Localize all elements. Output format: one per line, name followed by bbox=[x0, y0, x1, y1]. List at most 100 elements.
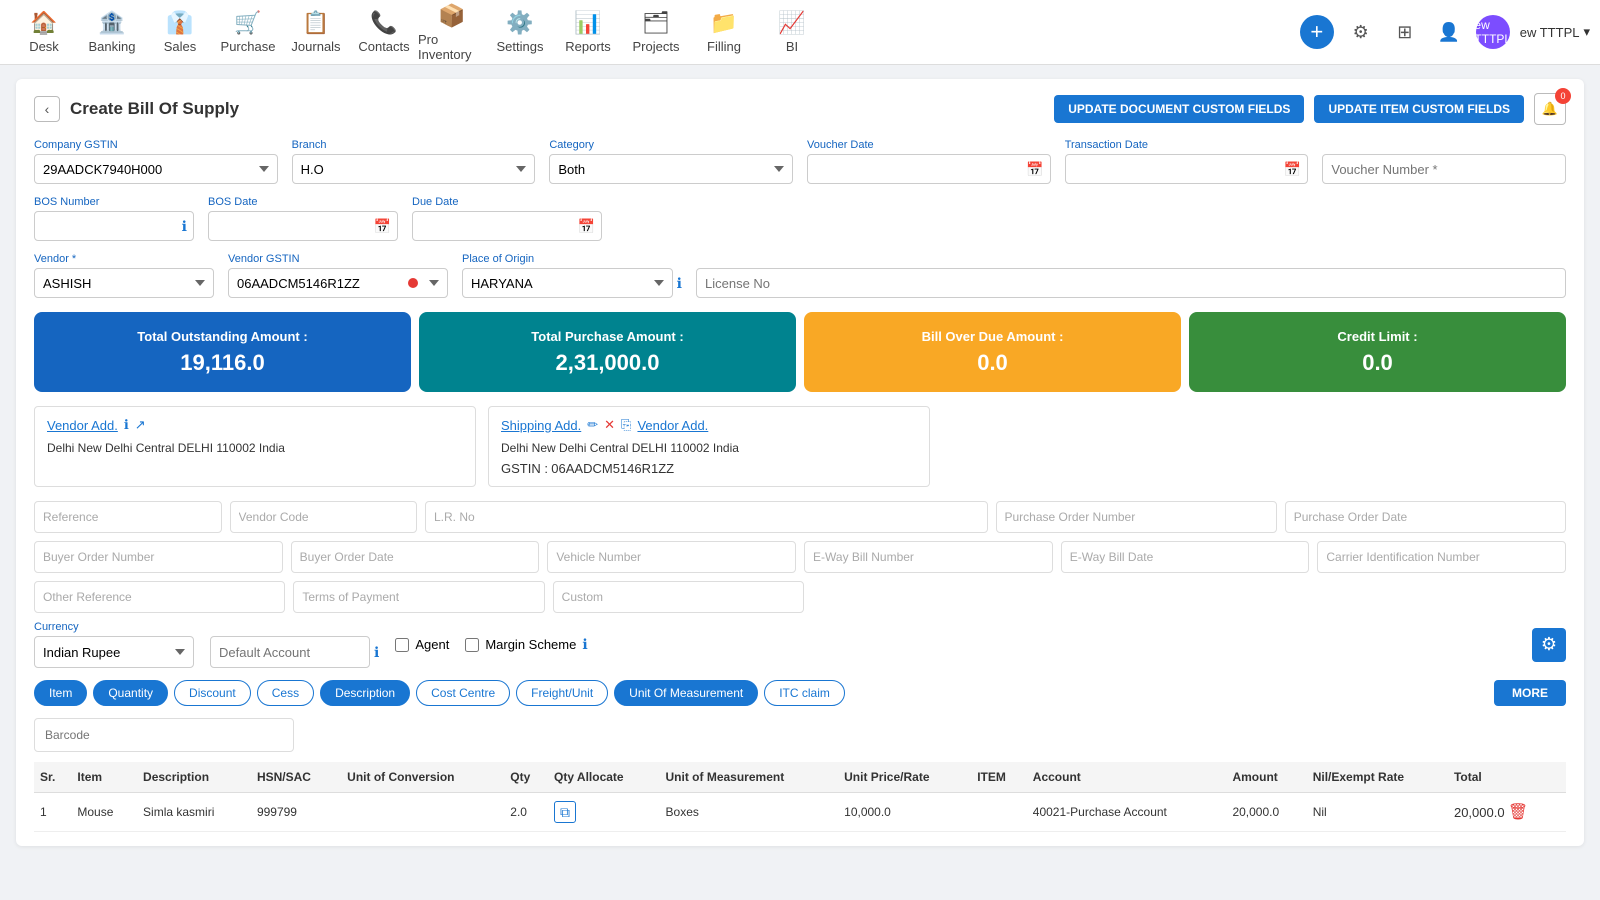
tab-freight-unit[interactable]: Freight/Unit bbox=[516, 680, 608, 706]
margin-scheme-info-icon[interactable]: ℹ bbox=[582, 636, 587, 653]
company-gstin-select[interactable]: 29AADCK7940H000 bbox=[34, 154, 278, 184]
vendor-add-link[interactable]: Vendor Add. bbox=[47, 418, 118, 433]
bos-date-input[interactable]: 22/04/2022 bbox=[208, 211, 398, 241]
voucher-number-input[interactable] bbox=[1322, 154, 1566, 184]
update-doc-custom-btn[interactable]: UPDATE DOCUMENT CUSTOM FIELDS bbox=[1054, 95, 1304, 123]
nav-item-filling[interactable]: 📁Filling bbox=[690, 0, 758, 65]
voucher-number-group bbox=[1322, 139, 1566, 184]
notification-icon: 🔔 bbox=[1542, 101, 1558, 117]
currency-select[interactable]: Indian Rupee bbox=[34, 636, 194, 668]
bos-number-input[interactable]: BOS/9386 bbox=[34, 211, 194, 241]
summary-card-value-total-outstanding: 19,116.0 bbox=[180, 350, 264, 376]
branch-select[interactable]: H.O bbox=[292, 154, 536, 184]
col-item: Item bbox=[71, 762, 137, 793]
summary-cards: Total Outstanding Amount :19,116.0Total … bbox=[34, 312, 1566, 392]
license-no-input[interactable] bbox=[696, 268, 1566, 298]
buyer-order-date-input[interactable] bbox=[291, 541, 540, 573]
barcode-input[interactable] bbox=[34, 718, 294, 752]
bos-date-group: BOS Date 22/04/2022 📅 bbox=[208, 196, 398, 241]
default-account-input[interactable] bbox=[210, 636, 370, 668]
agent-checkbox[interactable] bbox=[395, 638, 409, 652]
info-icon[interactable]: ℹ bbox=[182, 218, 187, 235]
nav-item-purchase[interactable]: 🛒Purchase bbox=[214, 0, 282, 65]
eway-bill-number-field bbox=[804, 541, 1053, 573]
shipping-edit-icon[interactable]: ✏ bbox=[587, 417, 598, 433]
transaction-date-input[interactable]: 25/04/2022 bbox=[1065, 154, 1309, 184]
margin-scheme-checkbox[interactable] bbox=[465, 638, 479, 652]
bi-icon: 📈 bbox=[778, 10, 805, 36]
po-date-input[interactable] bbox=[1285, 501, 1566, 533]
line-settings-button[interactable]: ⚙ bbox=[1532, 628, 1566, 662]
col-unit-of-measurement: Unit of Measurement bbox=[660, 762, 839, 793]
tab-uom[interactable]: Unit Of Measurement bbox=[614, 680, 758, 706]
tab-quantity[interactable]: Quantity bbox=[93, 680, 168, 706]
avatar[interactable]: ew TTTPL bbox=[1476, 15, 1510, 49]
tab-cost-centre[interactable]: Cost Centre bbox=[416, 680, 510, 706]
notification-button[interactable]: 🔔 0 bbox=[1534, 93, 1566, 125]
tab-item[interactable]: Item bbox=[34, 680, 87, 706]
po-number-input[interactable] bbox=[996, 501, 1277, 533]
due-date-input[interactable]: 05/05/2022 bbox=[412, 211, 602, 241]
tab-cess[interactable]: Cess bbox=[257, 680, 314, 706]
place-of-origin-select[interactable]: HARYANA bbox=[462, 268, 673, 298]
due-date-group: Due Date 05/05/2022 📅 bbox=[412, 196, 602, 241]
tab-description[interactable]: Description bbox=[320, 680, 410, 706]
bos-number-label: BOS Number bbox=[34, 196, 194, 208]
shipping-address-text: Delhi New Delhi Central DELHI 110002 Ind… bbox=[501, 439, 917, 457]
place-info-icon[interactable]: ℹ bbox=[677, 275, 682, 292]
nav-item-bi[interactable]: 📈BI bbox=[758, 0, 826, 65]
nav-item-settings[interactable]: ⚙️Settings bbox=[486, 0, 554, 65]
nav-item-pro-inventory[interactable]: 📦Pro Inventory bbox=[418, 0, 486, 65]
nav-item-reports[interactable]: 📊Reports bbox=[554, 0, 622, 65]
vendor-address-box: Vendor Add. ℹ ↗ Delhi New Delhi Central … bbox=[34, 406, 476, 487]
vendor-add-link-2[interactable]: Vendor Add. bbox=[637, 418, 708, 433]
qty-allocate-icon[interactable]: ⧉ bbox=[554, 801, 576, 823]
col-qty-allocate: Qty Allocate bbox=[548, 762, 660, 793]
shipping-address-header: Shipping Add. ✏ ✕ ⎘ Vendor Add. bbox=[501, 417, 917, 433]
detail-row-1 bbox=[34, 501, 1566, 533]
nav-item-contacts[interactable]: 📞Contacts bbox=[350, 0, 418, 65]
vendor-add-external-icon[interactable]: ↗ bbox=[135, 417, 146, 433]
nav-item-sales[interactable]: 👔Sales bbox=[146, 0, 214, 65]
place-of-origin-label: Place of Origin bbox=[462, 253, 682, 265]
margin-scheme-group: Margin Scheme ℹ bbox=[465, 636, 587, 653]
shipping-add-link[interactable]: Shipping Add. bbox=[501, 418, 581, 433]
user-icon[interactable]: 👤 bbox=[1432, 15, 1466, 49]
tab-discount[interactable]: Discount bbox=[174, 680, 251, 706]
currency-group: Currency Indian Rupee bbox=[34, 621, 194, 668]
lr-no-input[interactable] bbox=[425, 501, 988, 533]
nav-item-journals[interactable]: 📋Journals bbox=[282, 0, 350, 65]
vendor-select[interactable]: ASHISH bbox=[34, 268, 214, 298]
filling-icon: 📁 bbox=[710, 10, 737, 36]
back-button[interactable]: ‹ bbox=[34, 96, 60, 122]
grid-icon[interactable]: ⊞ bbox=[1388, 15, 1422, 49]
shipping-close-icon[interactable]: ✕ bbox=[604, 417, 615, 433]
buyer-order-number-field bbox=[34, 541, 283, 573]
other-reference-field bbox=[34, 581, 285, 613]
nav-item-banking[interactable]: 🏦Banking bbox=[78, 0, 146, 65]
more-button[interactable]: MORE bbox=[1494, 680, 1566, 706]
carrier-id-input[interactable] bbox=[1317, 541, 1566, 573]
default-account-info-icon[interactable]: ℹ bbox=[374, 644, 379, 661]
delete-row-button[interactable]: 🗑 bbox=[1508, 804, 1528, 821]
settings-icon[interactable]: ⚙ bbox=[1344, 15, 1378, 49]
custom-input[interactable] bbox=[553, 581, 804, 613]
voucher-date-input[interactable]: 25/04/2022 bbox=[807, 154, 1051, 184]
nav-item-desk[interactable]: 🏠Desk bbox=[10, 0, 78, 65]
buyer-order-number-input[interactable] bbox=[34, 541, 283, 573]
eway-bill-date-input[interactable] bbox=[1061, 541, 1310, 573]
nav-item-projects[interactable]: 🗂Projects bbox=[622, 0, 690, 65]
other-reference-input[interactable] bbox=[34, 581, 285, 613]
terms-of-payment-input[interactable] bbox=[293, 581, 544, 613]
add-button[interactable]: + bbox=[1300, 15, 1334, 49]
shipping-copy-icon[interactable]: ⎘ bbox=[621, 417, 631, 433]
category-select[interactable]: Both bbox=[549, 154, 793, 184]
vendor-add-info-icon[interactable]: ℹ bbox=[124, 417, 129, 433]
vehicle-number-input[interactable] bbox=[547, 541, 796, 573]
reference-input[interactable] bbox=[34, 501, 222, 533]
tab-itc-claim[interactable]: ITC claim bbox=[764, 680, 845, 706]
eway-bill-number-input[interactable] bbox=[804, 541, 1053, 573]
vendor-code-input[interactable] bbox=[230, 501, 418, 533]
update-item-custom-btn[interactable]: UPDATE ITEM CUSTOM FIELDS bbox=[1314, 95, 1524, 123]
company-name[interactable]: ew TTTPL ▾ bbox=[1520, 24, 1590, 40]
